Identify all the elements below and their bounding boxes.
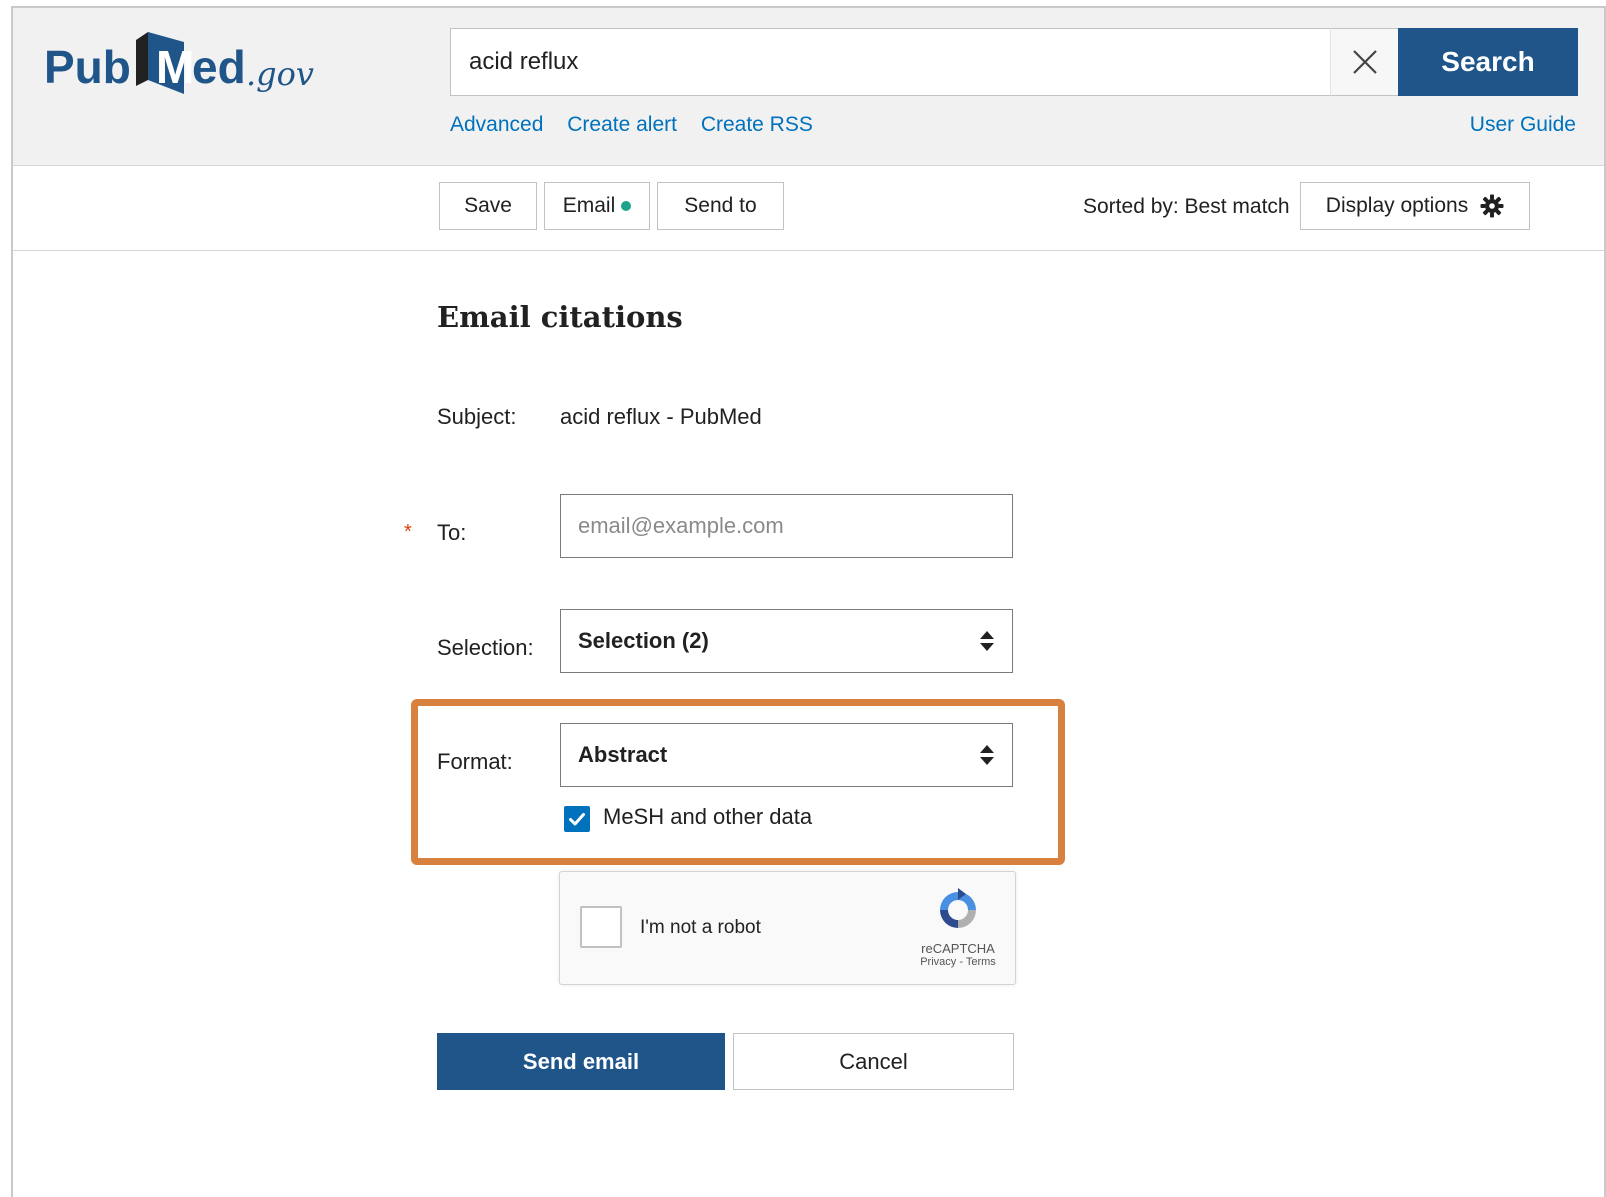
site-header: Pub M ed .gov Search Advanced Create ale… [13,8,1604,166]
send-email-button[interactable]: Send email [437,1033,725,1090]
recaptcha-privacy-terms[interactable]: Privacy - Terms [920,956,996,968]
display-options-label: Display options [1325,194,1469,217]
selection-label: Selection: [437,635,534,660]
send-to-button-label: Send to [684,194,757,217]
results-toolbar: Save Email Send to Sorted by: Best match… [13,167,1604,251]
search-links: Advanced Create alert Create RSS [450,113,831,137]
create-alert-link[interactable]: Create alert [567,113,677,136]
logo-gov-text: .gov [246,55,314,93]
mesh-checkbox-label[interactable]: MeSH and other data [603,804,812,830]
email-button-label: Email [562,194,616,217]
sort-arrows-icon [980,631,994,651]
format-label: Format: [437,749,513,774]
format-select[interactable]: Abstract [560,723,1013,787]
search-button[interactable]: Search [1398,28,1578,96]
checkmark-icon [569,813,585,826]
mesh-checkbox[interactable] [564,806,590,832]
selection-value: Selection (2) [578,628,709,653]
subject-value: acid reflux - PubMed [560,404,762,429]
logo-med-text: ed [192,41,246,93]
display-options-button[interactable]: Display options [1300,182,1530,230]
save-button[interactable]: Save [439,182,537,230]
sorted-by-label: Sorted by: Best match [1083,195,1290,218]
subject-label: Subject: [437,404,517,429]
logo-pub-text: Pub [44,41,131,93]
search-bar: Search [450,28,1578,96]
recaptcha-widget: I'm not a robot reCAPTCHA Privacy - Term… [559,871,1016,985]
email-to-field[interactable] [560,494,1013,558]
pubmed-logo[interactable]: Pub M ed .gov [44,28,334,108]
recaptcha-checkbox[interactable] [580,906,622,948]
logo-m-text: M [156,41,194,93]
sort-arrows-icon [980,745,994,765]
browser-frame: Pub M ed .gov Search Advanced Create ale… [11,6,1606,1197]
gear-icon [1480,194,1504,218]
recaptcha-icon [940,888,976,928]
cancel-button[interactable]: Cancel [733,1033,1014,1090]
close-icon [1352,50,1377,74]
recaptcha-brand: reCAPTCHA [921,941,995,956]
page-title: Email citations [437,300,683,334]
save-button-label: Save [464,194,512,217]
create-rss-link[interactable]: Create RSS [701,113,813,136]
user-guide-link[interactable]: User Guide [1470,113,1576,137]
to-label: To: [437,520,467,545]
advanced-link[interactable]: Advanced [450,113,543,136]
email-active-dot [621,201,632,211]
clear-search-button[interactable] [1330,28,1398,96]
selection-select[interactable]: Selection (2) [560,609,1013,673]
required-marker: * [404,521,412,543]
recaptcha-logo: reCAPTCHA Privacy - Terms [920,886,996,968]
send-to-button[interactable]: Send to [657,182,784,230]
email-button[interactable]: Email [544,182,650,230]
format-value: Abstract [578,742,668,767]
search-input[interactable] [450,28,1330,96]
recaptcha-label: I'm not a robot [640,917,761,938]
